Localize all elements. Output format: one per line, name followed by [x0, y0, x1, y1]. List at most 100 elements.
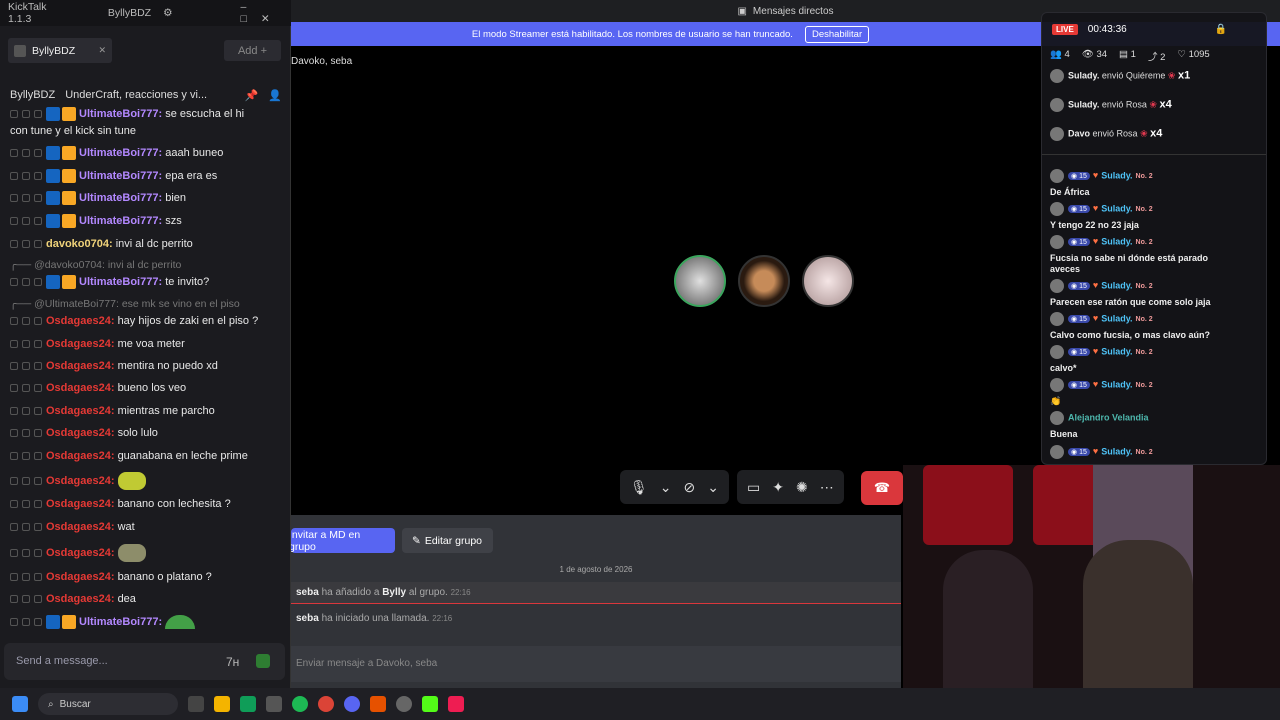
chat-username[interactable]: UltimateBoi777: [79, 616, 162, 628]
chat-message[interactable]: Osdagaes24: mientras me parcho [10, 404, 285, 418]
avatar-robot[interactable] [674, 255, 726, 307]
ban-icon[interactable] [22, 477, 30, 485]
chat-message[interactable]: Osdagaes24: dea [10, 592, 285, 606]
chat-username[interactable]: UltimateBoi777: [79, 170, 162, 182]
chat-message[interactable]: davoko0704: invi al dc perrito [10, 237, 285, 251]
chat-username[interactable]: Osdagaes24: [46, 315, 115, 327]
chat-message[interactable]: UltimateBoi777: [10, 615, 285, 630]
chat-message[interactable]: UltimateBoi777: epa era es [10, 169, 285, 184]
add-channel-button[interactable]: Add + [224, 40, 281, 61]
timeout-icon[interactable] [10, 477, 18, 485]
chat-message[interactable]: Osdagaes24: banano con lechesita ? [10, 497, 285, 511]
spotify-icon[interactable] [292, 696, 308, 712]
chat-message[interactable]: Osdagaes24: banano o platano ? [10, 570, 285, 584]
reply-icon[interactable] [34, 317, 42, 326]
reply-icon[interactable] [34, 549, 42, 557]
timeout-icon[interactable] [10, 278, 18, 287]
activities-icon[interactable]: ✦ [772, 479, 784, 496]
tiktok-icon[interactable] [448, 696, 464, 712]
timeout-icon[interactable] [10, 549, 18, 557]
ban-icon[interactable] [22, 452, 30, 461]
chat-message[interactable]: UltimateBoi777: aaah buneo [10, 146, 285, 161]
chat-username[interactable]: UltimateBoi777: [79, 147, 162, 159]
chevron-down-icon[interactable]: ⌄ [707, 479, 719, 496]
obs-icon[interactable] [396, 696, 412, 712]
reply-icon[interactable] [34, 110, 42, 119]
camera-off-icon[interactable]: ⊘ [684, 479, 696, 496]
reply-icon[interactable] [34, 194, 42, 203]
ban-icon[interactable] [22, 240, 30, 249]
chat-username[interactable]: Osdagaes24: [46, 360, 115, 372]
mic-icon[interactable]: 🎙 [630, 479, 648, 496]
ban-icon[interactable] [22, 149, 30, 158]
timeout-icon[interactable] [10, 452, 18, 461]
reply-icon[interactable] [34, 573, 42, 582]
reply-icon[interactable] [34, 407, 42, 416]
task-view-icon[interactable] [188, 696, 204, 712]
reply-icon[interactable] [34, 500, 42, 509]
soundboard-icon[interactable]: ✺ [796, 479, 808, 496]
channel-tab[interactable]: ByllyBDZ ✕ [8, 38, 112, 63]
ban-icon[interactable] [22, 172, 30, 181]
timeout-icon[interactable] [10, 149, 18, 158]
reply-icon[interactable] [34, 429, 42, 438]
timeout-icon[interactable] [10, 240, 18, 249]
ban-icon[interactable] [22, 194, 30, 203]
ban-icon[interactable] [22, 340, 30, 349]
chat-message[interactable]: Osdagaes24: mentira no puedo xd [10, 359, 285, 373]
chat-username[interactable]: Osdagaes24: [46, 521, 115, 533]
reply-icon[interactable] [34, 362, 42, 371]
chat-message[interactable]: UltimateBoi777: bien [10, 191, 285, 206]
disable-streamer-button[interactable]: Deshabilitar [804, 25, 870, 43]
chat-username[interactable]: davoko0704: [46, 238, 113, 250]
chat-username[interactable]: Osdagaes24: [46, 498, 115, 510]
dm-message-input[interactable]: Enviar mensaje a Davoko, seba [291, 646, 901, 682]
ban-icon[interactable] [22, 362, 30, 371]
reply-icon[interactable] [34, 217, 42, 226]
chat-message[interactable]: Osdagaes24: [10, 472, 285, 490]
chat-message[interactable]: Osdagaes24: hay hijos de zaki en el piso… [10, 314, 285, 328]
chat-message[interactable]: UltimateBoi777: szs [10, 214, 285, 229]
edge-icon[interactable] [240, 696, 256, 712]
timeout-icon[interactable] [10, 217, 18, 226]
chat-username[interactable]: Osdagaes24: [46, 593, 115, 605]
chat-message[interactable]: Osdagaes24: solo lulo [10, 426, 285, 440]
chat-message[interactable]: Osdagaes24: [10, 544, 285, 562]
send-message-input[interactable]: Send a message... [4, 643, 285, 680]
chat-username[interactable]: Osdagaes24: [46, 427, 115, 439]
timeout-icon[interactable] [10, 362, 18, 371]
chat-message[interactable]: Osdagaes24: guanabana en leche prime [10, 449, 285, 463]
chat-message[interactable]: UltimateBoi777: te invito? [10, 275, 285, 290]
invite-button[interactable]: Invitar a MD en grupo [289, 528, 395, 553]
screen-share-icon[interactable]: ▭ [747, 479, 760, 496]
chat-username[interactable]: UltimateBoi777: [79, 276, 162, 288]
ban-icon[interactable] [22, 429, 30, 438]
reply-icon[interactable] [34, 240, 42, 249]
reply-icon[interactable] [34, 172, 42, 181]
ban-icon[interactable] [22, 618, 30, 627]
chat-username[interactable]: UltimateBoi777: [79, 108, 162, 120]
timeout-icon[interactable] [10, 595, 18, 604]
timeout-icon[interactable] [10, 340, 18, 349]
store-icon[interactable] [266, 696, 282, 712]
chat-username[interactable]: UltimateBoi777: [79, 192, 162, 204]
timeout-icon[interactable] [10, 429, 18, 438]
chat-message[interactable]: con tune y el kick sin tune [10, 124, 285, 138]
chrome-icon[interactable] [318, 696, 334, 712]
reply-icon[interactable] [34, 278, 42, 287]
reply-icon[interactable] [34, 618, 42, 627]
app-icon[interactable] [370, 696, 386, 712]
ban-icon[interactable] [22, 500, 30, 509]
ban-icon[interactable] [22, 573, 30, 582]
ban-icon[interactable] [22, 217, 30, 226]
discord-icon[interactable] [344, 696, 360, 712]
reply-icon[interactable] [34, 340, 42, 349]
reply-icon[interactable] [34, 523, 42, 532]
ban-icon[interactable] [22, 595, 30, 604]
ban-icon[interactable] [22, 523, 30, 532]
reply-icon[interactable] [34, 477, 42, 485]
chevron-down-icon[interactable]: ⌄ [660, 479, 672, 496]
reply-icon[interactable] [34, 149, 42, 158]
ban-icon[interactable] [22, 317, 30, 326]
file-explorer-icon[interactable] [214, 696, 230, 712]
